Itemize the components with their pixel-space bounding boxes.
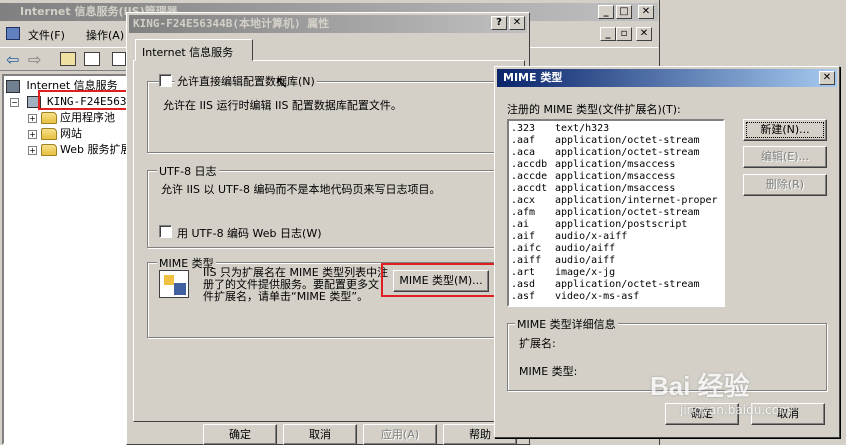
menu-action[interactable]: 操作(A): [86, 27, 124, 43]
delete-mime-button[interactable]: 删除(R): [743, 174, 827, 196]
iis-icon: [6, 79, 20, 93]
list-item[interactable]: .accdt application/msaccess: [509, 183, 723, 195]
direct-edit-desc: 允许在 IIS 运行时编辑 IIS 配置数据库配置文件。: [163, 99, 402, 112]
folder-icon: [41, 144, 57, 156]
new-mime-button[interactable]: 新建(N)...: [743, 119, 827, 141]
watermark: Bai 经验 jingyan.baidu.com: [650, 366, 791, 417]
list-item[interactable]: .art image/x-jg: [509, 267, 723, 279]
list-item[interactable]: .aca application/octet-stream: [509, 147, 723, 159]
menu-file[interactable]: 文件(F): [28, 27, 65, 43]
tree-pane: Internet 信息服务 − KING-F24E5634 + 应用程序池 + 网站…: [2, 74, 133, 445]
mime-desc: IIS 只为扩展名在 MIME 类型列表中注册了的文件提供服务。要配置更多文件扩…: [203, 266, 389, 303]
inner-close-button[interactable]: ✕: [636, 27, 652, 41]
utf8-group-label: UTF-8 日志: [157, 163, 219, 179]
list-item[interactable]: .aiff audio/aiff: [509, 255, 723, 267]
expand-icon[interactable]: +: [28, 145, 37, 155]
mime-config-icon: [159, 270, 189, 298]
properties-close-button[interactable]: ✕: [509, 16, 525, 30]
mime-list-label: 注册的 MIME 类型(文件扩展名)(T):: [507, 103, 681, 116]
mmc-inner-titlebar: _ ▫ ✕: [530, 24, 658, 44]
tree-item-app-pools[interactable]: + 应用程序池: [28, 110, 115, 126]
utf8-checkbox-label[interactable]: 用 UTF-8 编码 Web 日志(W): [177, 225, 322, 241]
mime-type-label: MIME 类型:: [519, 365, 578, 378]
close-button[interactable]: ✕: [638, 5, 654, 19]
help-title-button[interactable]: ?: [491, 16, 507, 30]
tree-item-websites[interactable]: + 网站: [28, 126, 82, 142]
up-folder-icon[interactable]: [60, 52, 76, 66]
tree-item-web-extensions[interactable]: + Web 服务扩展: [28, 142, 131, 158]
list-item[interactable]: .asf video/x-ms-asf: [509, 291, 723, 303]
list-item[interactable]: .ai application/postscript: [509, 219, 723, 231]
highlight-server: [38, 90, 138, 110]
mime-titlebar: MIME 类型: [497, 69, 837, 87]
mime-close-button[interactable]: ✕: [819, 71, 835, 85]
minimize-button[interactable]: _: [598, 5, 614, 19]
list-item[interactable]: .asd application/octet-stream: [509, 279, 723, 291]
edit-mime-button[interactable]: 编辑(E)...: [743, 146, 827, 168]
watermark-url: jingyan.baidu.com: [680, 403, 791, 417]
direct-edit-group: [147, 81, 517, 153]
inner-minimize-button[interactable]: _: [600, 27, 616, 41]
list-item[interactable]: .acx application/internet-proper: [509, 195, 723, 207]
expand-icon[interactable]: +: [28, 129, 37, 139]
list-item[interactable]: .323 text/h323: [509, 123, 723, 135]
forward-icon[interactable]: ⇨: [28, 50, 41, 69]
show-hide-tree-icon[interactable]: [84, 52, 100, 66]
maximize-button[interactable]: □: [616, 5, 632, 19]
console-icon: [6, 27, 20, 40]
highlight-mime-button: [381, 263, 497, 297]
apply-button[interactable]: 应用(A): [363, 424, 437, 445]
utf8-desc: 允许 IIS 以 UTF-8 编码而不是本地代码页来写日志项目。: [161, 183, 441, 196]
folder-icon: [41, 128, 57, 140]
folder-icon: [41, 112, 57, 124]
expand-icon[interactable]: +: [28, 113, 37, 123]
direct-edit-checkbox[interactable]: [159, 74, 172, 87]
collapse-icon[interactable]: −: [10, 97, 19, 107]
ok-button[interactable]: 确定: [203, 424, 277, 445]
list-item[interactable]: .accde application/msaccess: [509, 171, 723, 183]
list-item[interactable]: .aif audio/x-aiff: [509, 231, 723, 243]
utf8-checkbox[interactable]: [159, 225, 172, 238]
back-icon[interactable]: ⇦: [6, 50, 19, 69]
cursor-icon: ↖: [275, 73, 289, 92]
ext-label: 扩展名:: [519, 337, 556, 350]
inner-restore-button[interactable]: ▫: [616, 27, 632, 41]
list-item[interactable]: .afm application/octet-stream: [509, 207, 723, 219]
tab-iis[interactable]: Internet 信息服务: [135, 39, 253, 61]
properties-dialog: KING-F24E56344B(本地计算机) 属性 ? ✕ Internet 信…: [126, 12, 530, 445]
list-item[interactable]: .aaf application/octet-stream: [509, 135, 723, 147]
properties-titlebar: KING-F24E56344B(本地计算机) 属性: [129, 15, 527, 33]
list-item[interactable]: .aifc audio/aiff: [509, 243, 723, 255]
mime-details-label: MIME 类型详细信息: [515, 316, 618, 332]
direct-edit-label[interactable]: 允许直接编辑配置数据库(N): [175, 73, 317, 89]
properties-icon[interactable]: [112, 52, 126, 66]
watermark-logo: Bai 经验: [650, 371, 750, 401]
mime-list-rows: .323 text/h323 .aaf application/octet-stre…: [509, 121, 723, 303]
mime-list[interactable]: .323 text/h323 .aaf application/octet-stre…: [507, 119, 725, 307]
list-item[interactable]: .accdb application/msaccess: [509, 159, 723, 171]
cancel-button[interactable]: 取消: [283, 424, 357, 445]
